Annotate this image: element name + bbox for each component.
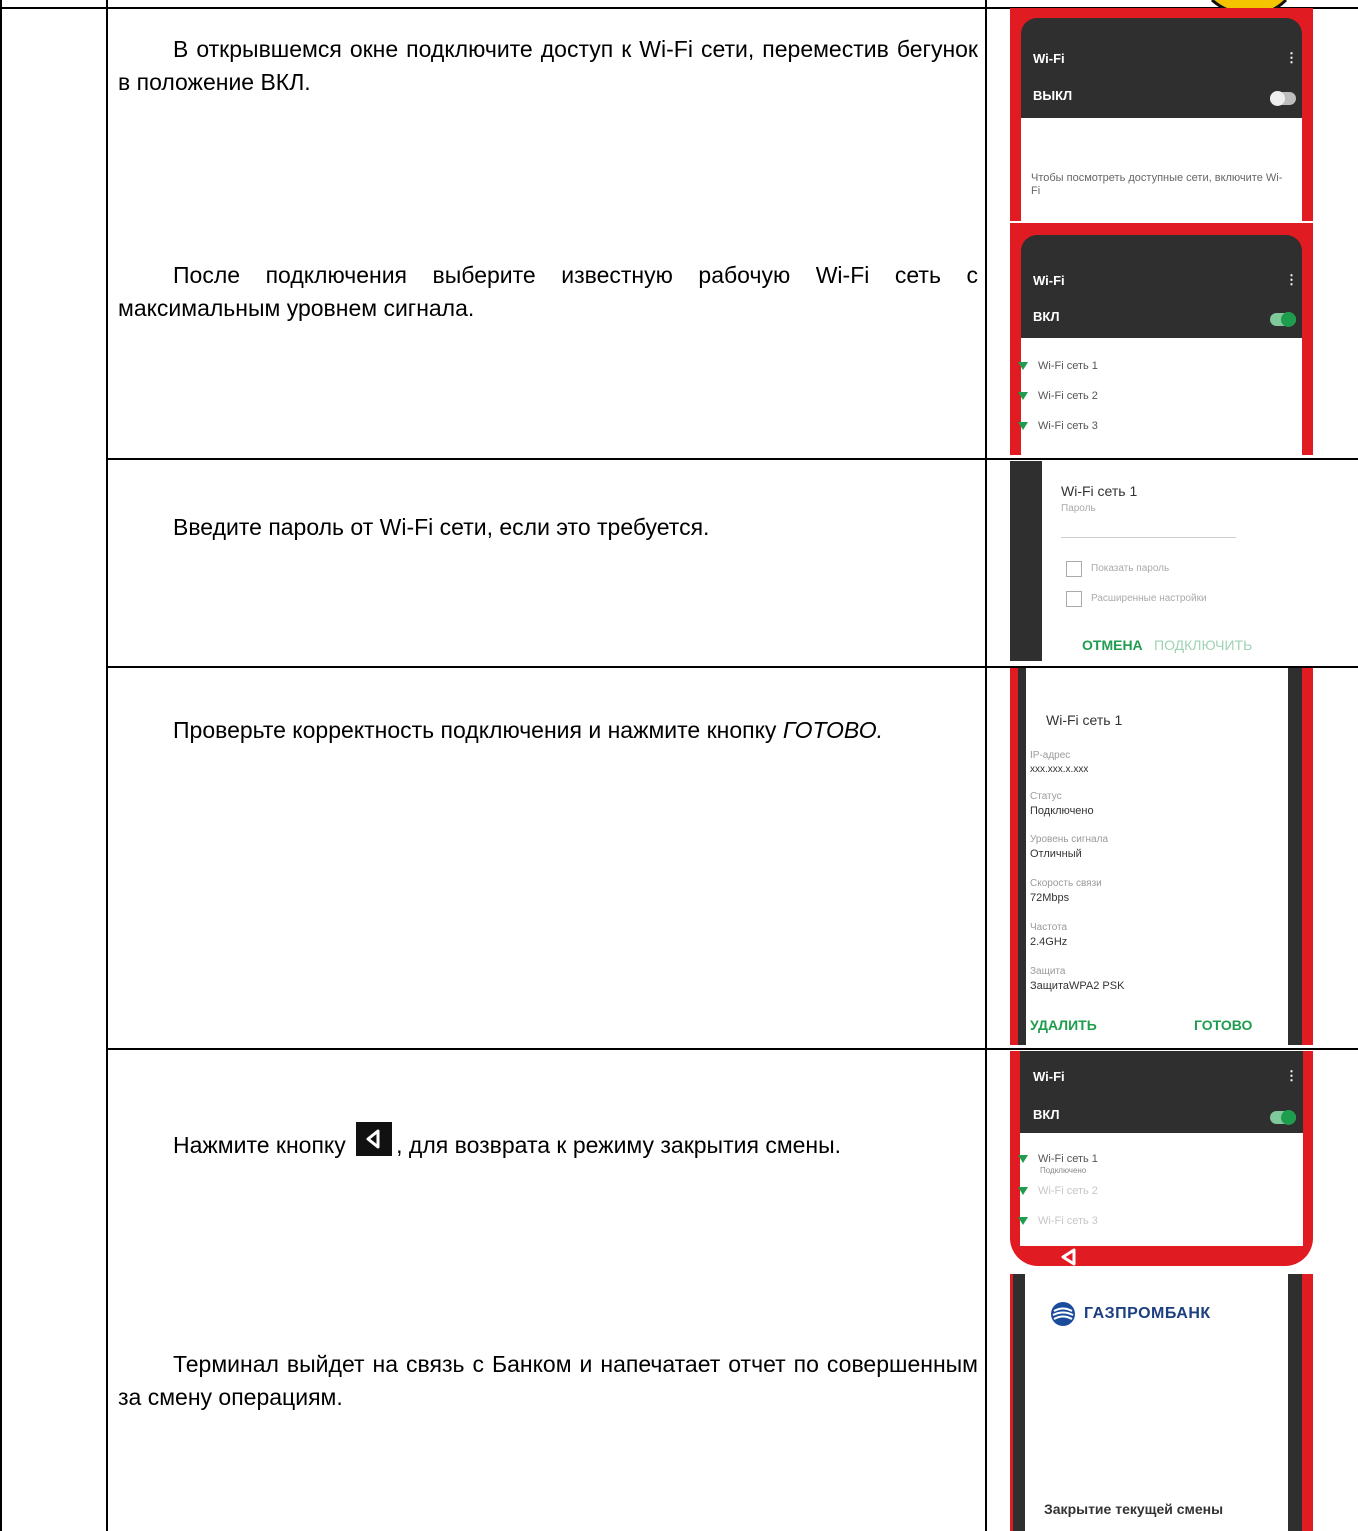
table-border-col2 [985,0,987,1531]
screen1-content [1021,118,1302,221]
screen4-bezel-right [1288,668,1302,1045]
ip-value: xxx.xxx.x.xxx [1030,764,1089,775]
password-input[interactable] [1061,537,1236,538]
screen6-bezel-left [1013,1274,1025,1531]
wifi-signal-icon [1018,1187,1028,1196]
frequency-label: Частота [1030,922,1068,933]
wifi-signal-icon [1018,392,1028,401]
instruction-6: Терминал выйдет на связь с Банком и напе… [118,1351,978,1410]
screen2-network-1[interactable]: Wi-Fi сеть 1 [1018,360,1098,372]
table-row-divider-1 [106,458,1358,460]
wifi-signal-icon [1018,362,1028,371]
screen1-message: Чтобы посмотреть доступные сети, включит… [1031,172,1283,197]
security-value: ЗащитаWPA2 PSK [1030,980,1125,992]
status-value: Подключено [1030,805,1094,817]
instruction-1: В открывшемся окне подключите доступ к W… [118,36,978,95]
screen1-title: Wi-Fi [1033,51,1065,66]
signal-value: Отличный [1030,848,1082,860]
table-border-left [0,0,2,1531]
advanced-settings-checkbox[interactable] [1066,591,1082,607]
advanced-settings-label: Расширенные настройки [1091,593,1207,604]
screen2-network-3[interactable]: Wi-Fi сеть 3 [1018,420,1098,432]
ip-label: IP-адрес [1030,750,1071,761]
speed-label: Скорость связи [1030,878,1102,889]
instruction-2: После подключения выберите известную раб… [118,262,978,321]
screen5-title: Wi-Fi [1033,1069,1065,1084]
speed-value: 72Mbps [1030,892,1070,904]
instruction-5-text-a: Нажмите кнопку [173,1132,346,1158]
back-icon-inline [356,1122,393,1156]
signal-label: Уровень сигнала [1030,834,1109,845]
wifi-signal-icon [1018,1217,1028,1226]
wifi-toggle-off[interactable] [1270,91,1296,106]
screen-wifi-connected: Wi-Fi ⋮ ВКЛ Wi-Fi сеть 1 Подключено Wi-F… [1010,1051,1313,1266]
screen6-bezel-right [1288,1274,1302,1531]
show-password-checkbox[interactable] [1066,561,1082,577]
screen1-menu-icon[interactable]: ⋮ [1285,50,1298,66]
bank-name: ГАЗПРОМБАНК [1084,1305,1211,1322]
cancel-button[interactable]: ОТМЕНА [1082,637,1143,653]
security-label: Защита [1030,966,1066,977]
screen2-menu-icon[interactable]: ⋮ [1285,272,1298,288]
wifi-toggle-on-2[interactable] [1270,1110,1296,1125]
screen-wifi-details: Wi-Fi сеть 1 IP-адрес xxx.xxx.x.xxx Стат… [1010,668,1313,1045]
status-label: Статус [1030,791,1062,802]
screen-wifi-on: Wi-Fi ⋮ ВКЛ Wi-Fi сеть 1 Wi-Fi сеть 2 Wi… [1010,223,1313,455]
table-border-col1 [106,0,108,1531]
instruction-4-done: ГОТОВО. [782,717,884,743]
instruction-5: Нажмите кнопку , для возврата к режиму з… [118,1122,978,1162]
screen3-network: Wi-Fi сеть 1 [1061,483,1138,499]
instruction-4-text: Проверьте корректность подключения и наж… [173,717,777,743]
instruction-4: Проверьте корректность подключения и наж… [118,714,978,747]
screen-wifi-off: Wi-Fi ⋮ ВЫКЛ Чтобы посмотреть доступные … [1010,8,1313,221]
table-row-divider-3 [106,1048,1358,1050]
screen2-network-2[interactable]: Wi-Fi сеть 2 [1018,390,1098,402]
screen1-state: ВЫКЛ [1033,88,1073,103]
instruction-3: Введите пароль от Wi-Fi сети, если это т… [173,514,710,540]
show-password-label: Показать пароль [1091,563,1170,574]
instruction-5-text-b: , для возврата к режиму закрытия смены. [396,1132,842,1158]
screen5-network-3[interactable]: Wi-Fi сеть 3 [1018,1215,1098,1227]
screen6-message: Закрытие текущей смены [1044,1501,1224,1517]
bank-logo-icon [1051,1302,1075,1326]
screen4-network: Wi-Fi сеть 1 [1046,712,1123,728]
connect-button[interactable]: ПОДКЛЮЧИТЬ [1154,637,1252,653]
screen2-state: ВКЛ [1033,309,1060,324]
back-icon[interactable] [1058,1247,1080,1266]
frequency-value: 2.4GHz [1030,936,1068,948]
screen4-bezel-left [1018,668,1026,1045]
screen3-password-label: Пароль [1061,503,1096,514]
wifi-toggle-on[interactable] [1270,312,1296,327]
screen5-menu-icon[interactable]: ⋮ [1285,1068,1298,1084]
screen5-network-2[interactable]: Wi-Fi сеть 2 [1018,1185,1098,1197]
screen5-state: ВКЛ [1033,1107,1060,1122]
screen-closing-shift: ГАЗПРОМБАНК Закрытие текущей смены [1010,1274,1313,1531]
wifi-signal-icon [1018,1155,1028,1164]
screen-wifi-password: Wi-Fi сеть 1 Пароль Показать пароль Расш… [1010,461,1313,661]
screen5-network-1[interactable]: Wi-Fi сеть 1 [1018,1153,1098,1165]
delete-button[interactable]: УДАЛИТЬ [1030,1017,1097,1033]
done-button[interactable]: ГОТОВО [1194,1017,1252,1033]
screen5-connected-label: Подключено [1040,1166,1087,1175]
screen2-title: Wi-Fi [1033,273,1065,288]
wifi-signal-icon [1018,422,1028,431]
